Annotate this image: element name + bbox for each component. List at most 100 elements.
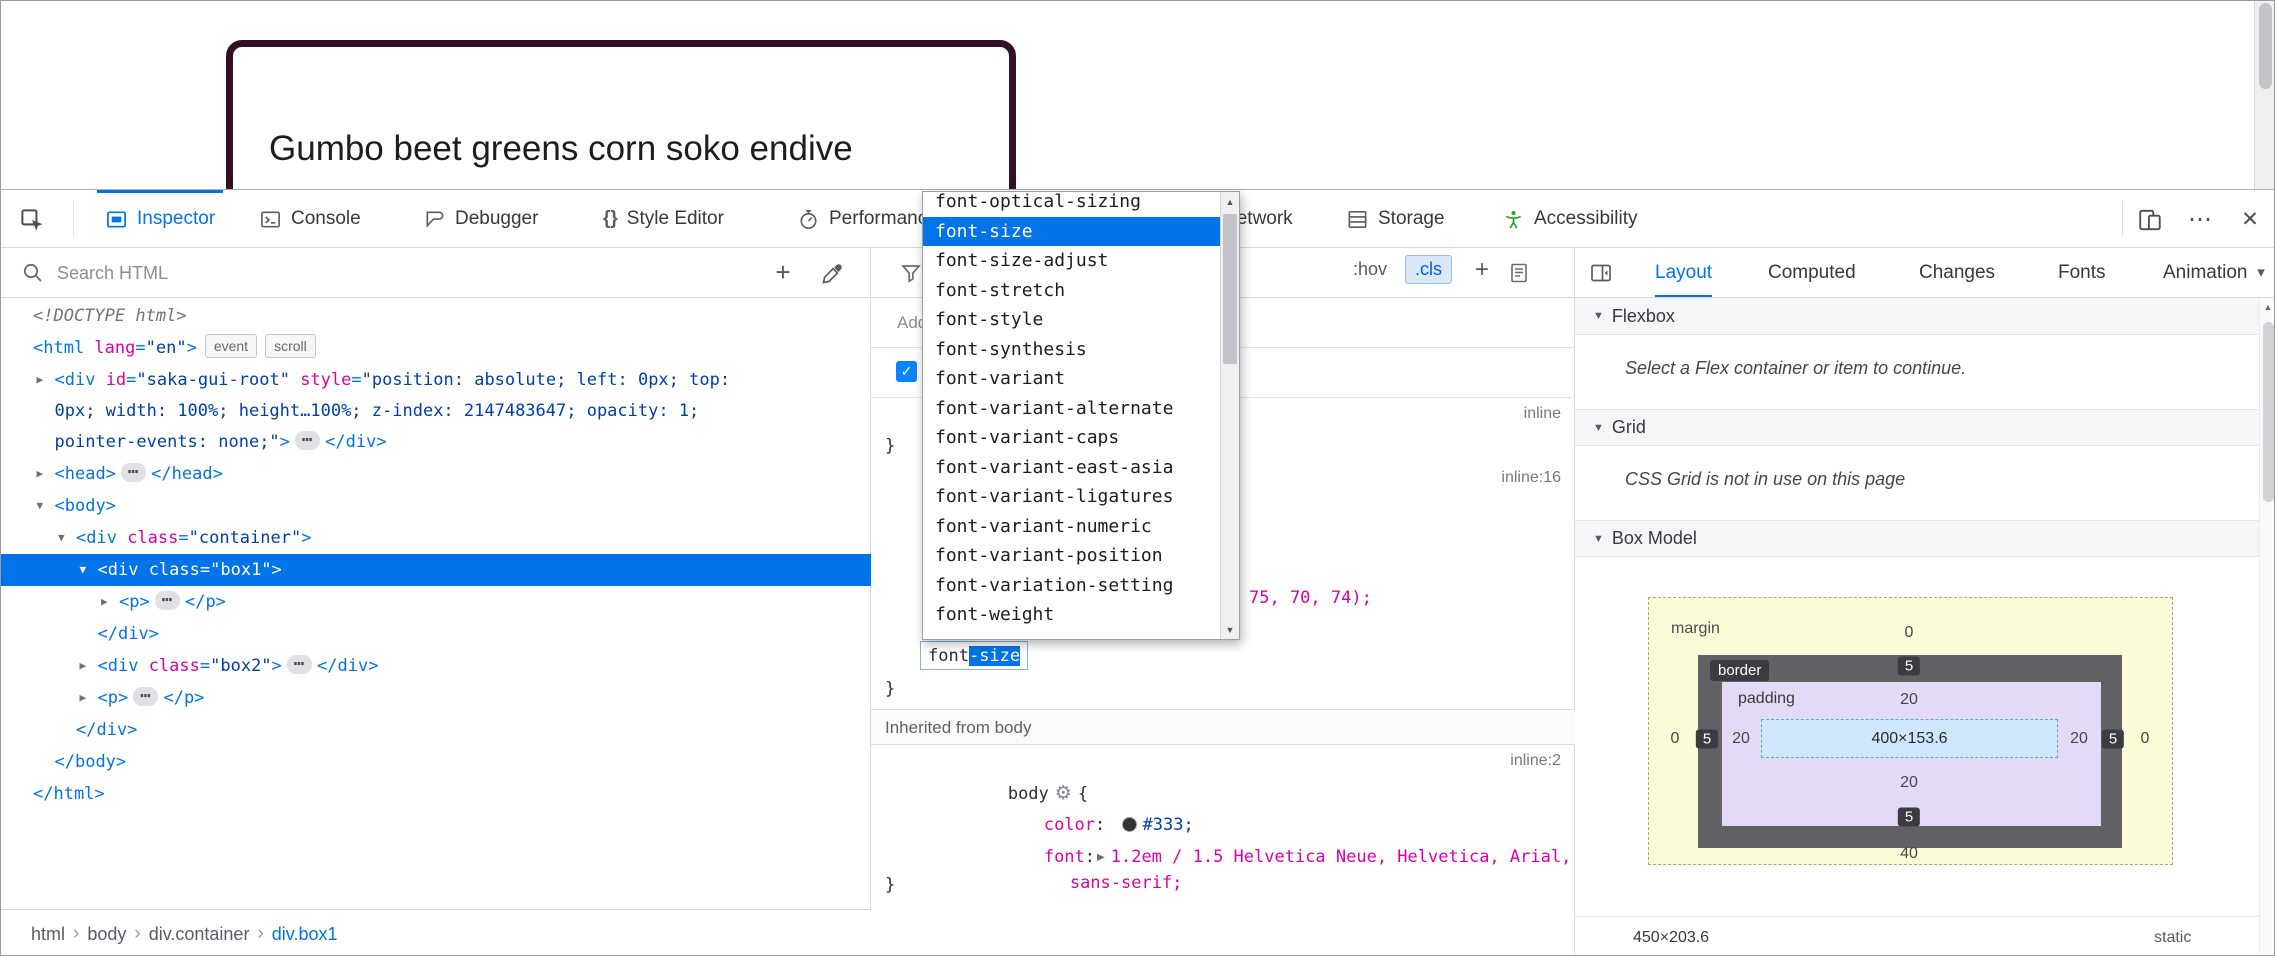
scroll-up-icon[interactable]: ▲ (1221, 192, 1239, 211)
autocomplete-item[interactable]: font-variant-numeric (923, 512, 1220, 542)
markup-row[interactable]: </div> (1, 714, 871, 746)
expand-arrow-icon[interactable]: ▶ (80, 650, 98, 682)
expand-arrow-icon[interactable]: ▶ (80, 682, 98, 714)
expand-arrow-icon[interactable]: ▶ (37, 364, 55, 395)
sidebar-tab-animations[interactable]: Animations (2163, 248, 2257, 298)
breadcrumb-item[interactable]: body (79, 924, 134, 945)
class-checkbox[interactable]: ✓ (896, 361, 917, 382)
property-name-input[interactable]: font-size (920, 641, 1028, 670)
tab-performance[interactable]: Performance (797, 190, 938, 248)
autocomplete-item[interactable]: font-variant (923, 364, 1220, 394)
margin-right-value[interactable]: 0 (2141, 730, 2150, 748)
tab-storage[interactable]: Storage (1346, 190, 1445, 248)
autocomplete-item[interactable]: font-optical-sizing (923, 192, 1220, 217)
autocomplete-item[interactable]: font-variant-position (923, 541, 1220, 571)
padding-right-value[interactable]: 20 (2070, 730, 2088, 748)
tab-accessibility[interactable]: Accessibility (1502, 190, 1637, 248)
close-devtools-button[interactable]: ✕ (2233, 203, 2267, 237)
markup-row[interactable]: ▶<p>⋯</p> (1, 586, 871, 618)
pseudo-class-button[interactable]: :hov (1353, 259, 1387, 280)
markup-row[interactable]: <!DOCTYPE html> (1, 300, 871, 332)
all-tabs-button[interactable]: ▾ (2248, 248, 2274, 297)
tab-style-editor[interactable]: {} Style Editor (603, 190, 724, 248)
sidebar-tab-changes[interactable]: Changes (1919, 248, 1995, 298)
border-top-value[interactable]: 5 (1898, 657, 1920, 676)
responsive-mode-button[interactable] (2133, 203, 2167, 237)
grid-section-header[interactable]: ▼ Grid (1575, 409, 2259, 446)
search-input[interactable] (55, 256, 695, 290)
autocomplete-item[interactable]: font-variant-caps (923, 423, 1220, 453)
collapse-arrow-icon[interactable]: ▼ (1593, 422, 1604, 434)
collapse-arrow-icon[interactable]: ▼ (1593, 533, 1604, 545)
add-node-button[interactable]: + (767, 256, 799, 290)
markup-row[interactable]: </body> (1, 746, 871, 778)
markup-row[interactable]: ▼<div class="container"> (1, 522, 871, 554)
eyedropper-button[interactable] (819, 261, 849, 291)
markup-row[interactable]: <html lang="en">eventscroll (1, 332, 871, 364)
add-rule-button[interactable]: + (1475, 256, 1489, 284)
body-rule-selector[interactable]: body⚙{ inline:2 (871, 745, 1575, 777)
content-size-value[interactable]: 400×153.6 (1871, 730, 1947, 748)
declaration-font[interactable]: font:▶1.2em / 1.5 Helvetica Neue, Helvet… (871, 809, 1575, 841)
collapse-arrow-icon[interactable]: ▼ (37, 490, 55, 522)
rule-origin-link[interactable]: inline:2 (1510, 745, 1561, 777)
border-left-value[interactable]: 5 (1696, 730, 1718, 749)
autocomplete-item[interactable]: font-variant-ligatures (923, 482, 1220, 512)
collapse-arrow-icon[interactable]: ▼ (80, 554, 98, 586)
autocomplete-item[interactable]: font-variant-east-asia (923, 453, 1220, 483)
margin-left-value[interactable]: 0 (1671, 730, 1680, 748)
breadcrumb-item[interactable]: html (23, 924, 73, 945)
border-right-value[interactable]: 5 (2102, 730, 2124, 749)
breadcrumb-item[interactable]: div.container (141, 924, 258, 945)
page-scrollbar[interactable] (2254, 1, 2275, 189)
scroll-down-icon[interactable]: ▼ (1221, 620, 1239, 639)
devtools-menu-button[interactable]: ⋯ (2183, 203, 2217, 237)
autocomplete-scrollbar-thumb[interactable] (1223, 214, 1237, 364)
markup-row[interactable]: ▼<body> (1, 490, 871, 522)
tab-debugger[interactable]: Debugger (423, 190, 538, 248)
tab-inspector[interactable]: Inspector (105, 190, 215, 248)
rule-origin-link[interactable]: inline:16 (1501, 462, 1561, 494)
autocomplete-item[interactable]: font-variant-alternate (923, 394, 1220, 424)
sidebar-tab-layout[interactable]: Layout (1655, 248, 1712, 298)
sidebar-scrollbar[interactable]: ▲ (2259, 298, 2275, 956)
pick-element-button[interactable] (15, 203, 49, 237)
rule-origin-link[interactable]: inline (1524, 398, 1561, 430)
sidebar-tab-fonts[interactable]: Fonts (2058, 248, 2106, 298)
autocomplete-item[interactable]: font-weight (923, 600, 1220, 630)
scroll-up-icon[interactable]: ▲ (2260, 302, 2275, 312)
expand-arrow-icon[interactable]: ▶ (37, 458, 55, 490)
tab-console[interactable]: Console (259, 190, 361, 248)
markup-row[interactable]: ▼<div class="box1"> (1, 554, 871, 586)
border-bottom-value[interactable]: 5 (1898, 808, 1920, 827)
autocomplete-item[interactable]: font-synthesis (923, 335, 1220, 365)
collapse-arrow-icon[interactable]: ▼ (58, 522, 76, 554)
declaration-color[interactable]: color: #333; (871, 777, 1575, 809)
autocomplete-item[interactable]: font-stretch (923, 276, 1220, 306)
padding-bottom-value[interactable]: 20 (1900, 774, 1918, 792)
autocomplete-item[interactable]: font-size (923, 217, 1220, 247)
box-model-section-header[interactable]: ▼ Box Model (1575, 520, 2259, 557)
autocomplete-scrollbar[interactable]: ▲ ▼ (1220, 192, 1239, 639)
expand-arrow-icon[interactable]: ▶ (101, 586, 119, 618)
breadcrumb-item[interactable]: div.box1 (264, 924, 346, 945)
collapse-arrow-icon[interactable]: ▼ (1593, 310, 1604, 322)
padding-top-value[interactable]: 20 (1900, 691, 1918, 709)
markup-row[interactable]: </html> (1, 778, 871, 810)
print-simulation-button[interactable] (1507, 261, 1531, 285)
padding-left-value[interactable]: 20 (1732, 730, 1750, 748)
markup-row[interactable]: ▶<p>⋯</p> (1, 682, 871, 714)
autocomplete-item[interactable]: font-size-adjust (923, 246, 1220, 276)
flexbox-section-header[interactable]: ▼ Flexbox (1575, 298, 2259, 335)
page-scrollbar-thumb[interactable] (2259, 3, 2272, 89)
margin-bottom-value[interactable]: 40 (1900, 845, 1918, 863)
autocomplete-item[interactable]: font-variation-setting (923, 571, 1220, 601)
markup-row[interactable]: ▶<head>⋯</head> (1, 458, 871, 490)
autocomplete-item[interactable]: font-style (923, 305, 1220, 335)
markup-row[interactable]: ▶<div class="box2">⋯</div> (1, 650, 871, 682)
sidebar-tab-computed[interactable]: Computed (1768, 248, 1856, 298)
margin-top-value[interactable]: 0 (1905, 624, 1914, 642)
markup-row[interactable]: ▶<div id="saka-gui-root" style="position… (1, 364, 871, 458)
sidebar-scrollbar-thumb[interactable] (2263, 322, 2274, 502)
class-panel-button[interactable]: .cls (1405, 255, 1452, 284)
